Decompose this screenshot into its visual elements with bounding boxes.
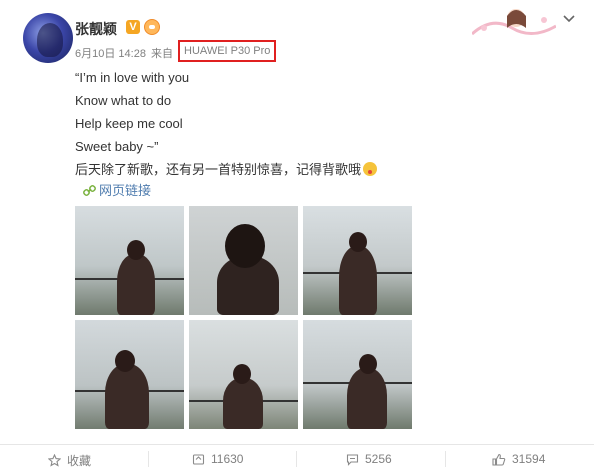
post-line: “I’m in love with you [75,70,190,85]
post-line-with-emoji: 后天除了新歌，还有另一首特别惊喜，记得背歌哦 [75,158,505,181]
like-icon [492,453,506,466]
post-photo-1[interactable] [75,206,184,315]
post-date[interactable]: 6月10日 14:28 [75,48,146,60]
favorite-button[interactable]: 收藏 [48,452,91,469]
source-label: 来自 [151,48,173,60]
username[interactable]: 张靓颖 [75,19,117,39]
web-link[interactable]: 网页链接 [83,180,151,199]
comment-count: 5256 [365,452,392,466]
repost-button[interactable]: 11630 [192,452,243,466]
link-icon [83,185,96,196]
like-button[interactable]: 31594 [492,452,545,466]
comment-icon [346,453,359,466]
post-meta: 6月10日 14:28 来自 [75,45,173,61]
post-photo-2[interactable] [189,206,298,315]
comment-button[interactable]: 5256 [346,452,392,466]
repost-icon [192,453,205,465]
post-photo-3[interactable] [303,206,412,315]
chevron-down-icon[interactable] [563,12,575,24]
post-line: 后天除了新歌，还有另一首特别惊喜，记得背歌哦 [75,162,362,177]
post-line: Sweet baby ~” [75,139,159,154]
post-line: Help keep me cool [75,116,183,131]
favorite-label: 收藏 [67,454,92,468]
tongue-emoji-icon [363,162,378,176]
avatar[interactable] [23,13,73,63]
post-text: “I’m in love with you Know what to do He… [75,66,505,181]
post-photo-6[interactable] [303,320,412,429]
post-photo-5[interactable] [189,320,298,429]
repost-count: 11630 [211,452,244,466]
device-source[interactable]: HUAWEI P30 Pro [178,40,277,62]
verified-icon: V [126,20,140,34]
star-icon [48,454,61,467]
member-icon[interactable] [144,19,160,35]
post-line: Know what to do [75,93,172,108]
card-decoration [472,9,556,36]
post-photo-4[interactable] [75,320,184,429]
action-bar: 收藏 11630 5256 31594 [0,444,594,473]
web-link-label[interactable]: 网页链接 [99,183,151,198]
like-count: 31594 [512,452,546,466]
